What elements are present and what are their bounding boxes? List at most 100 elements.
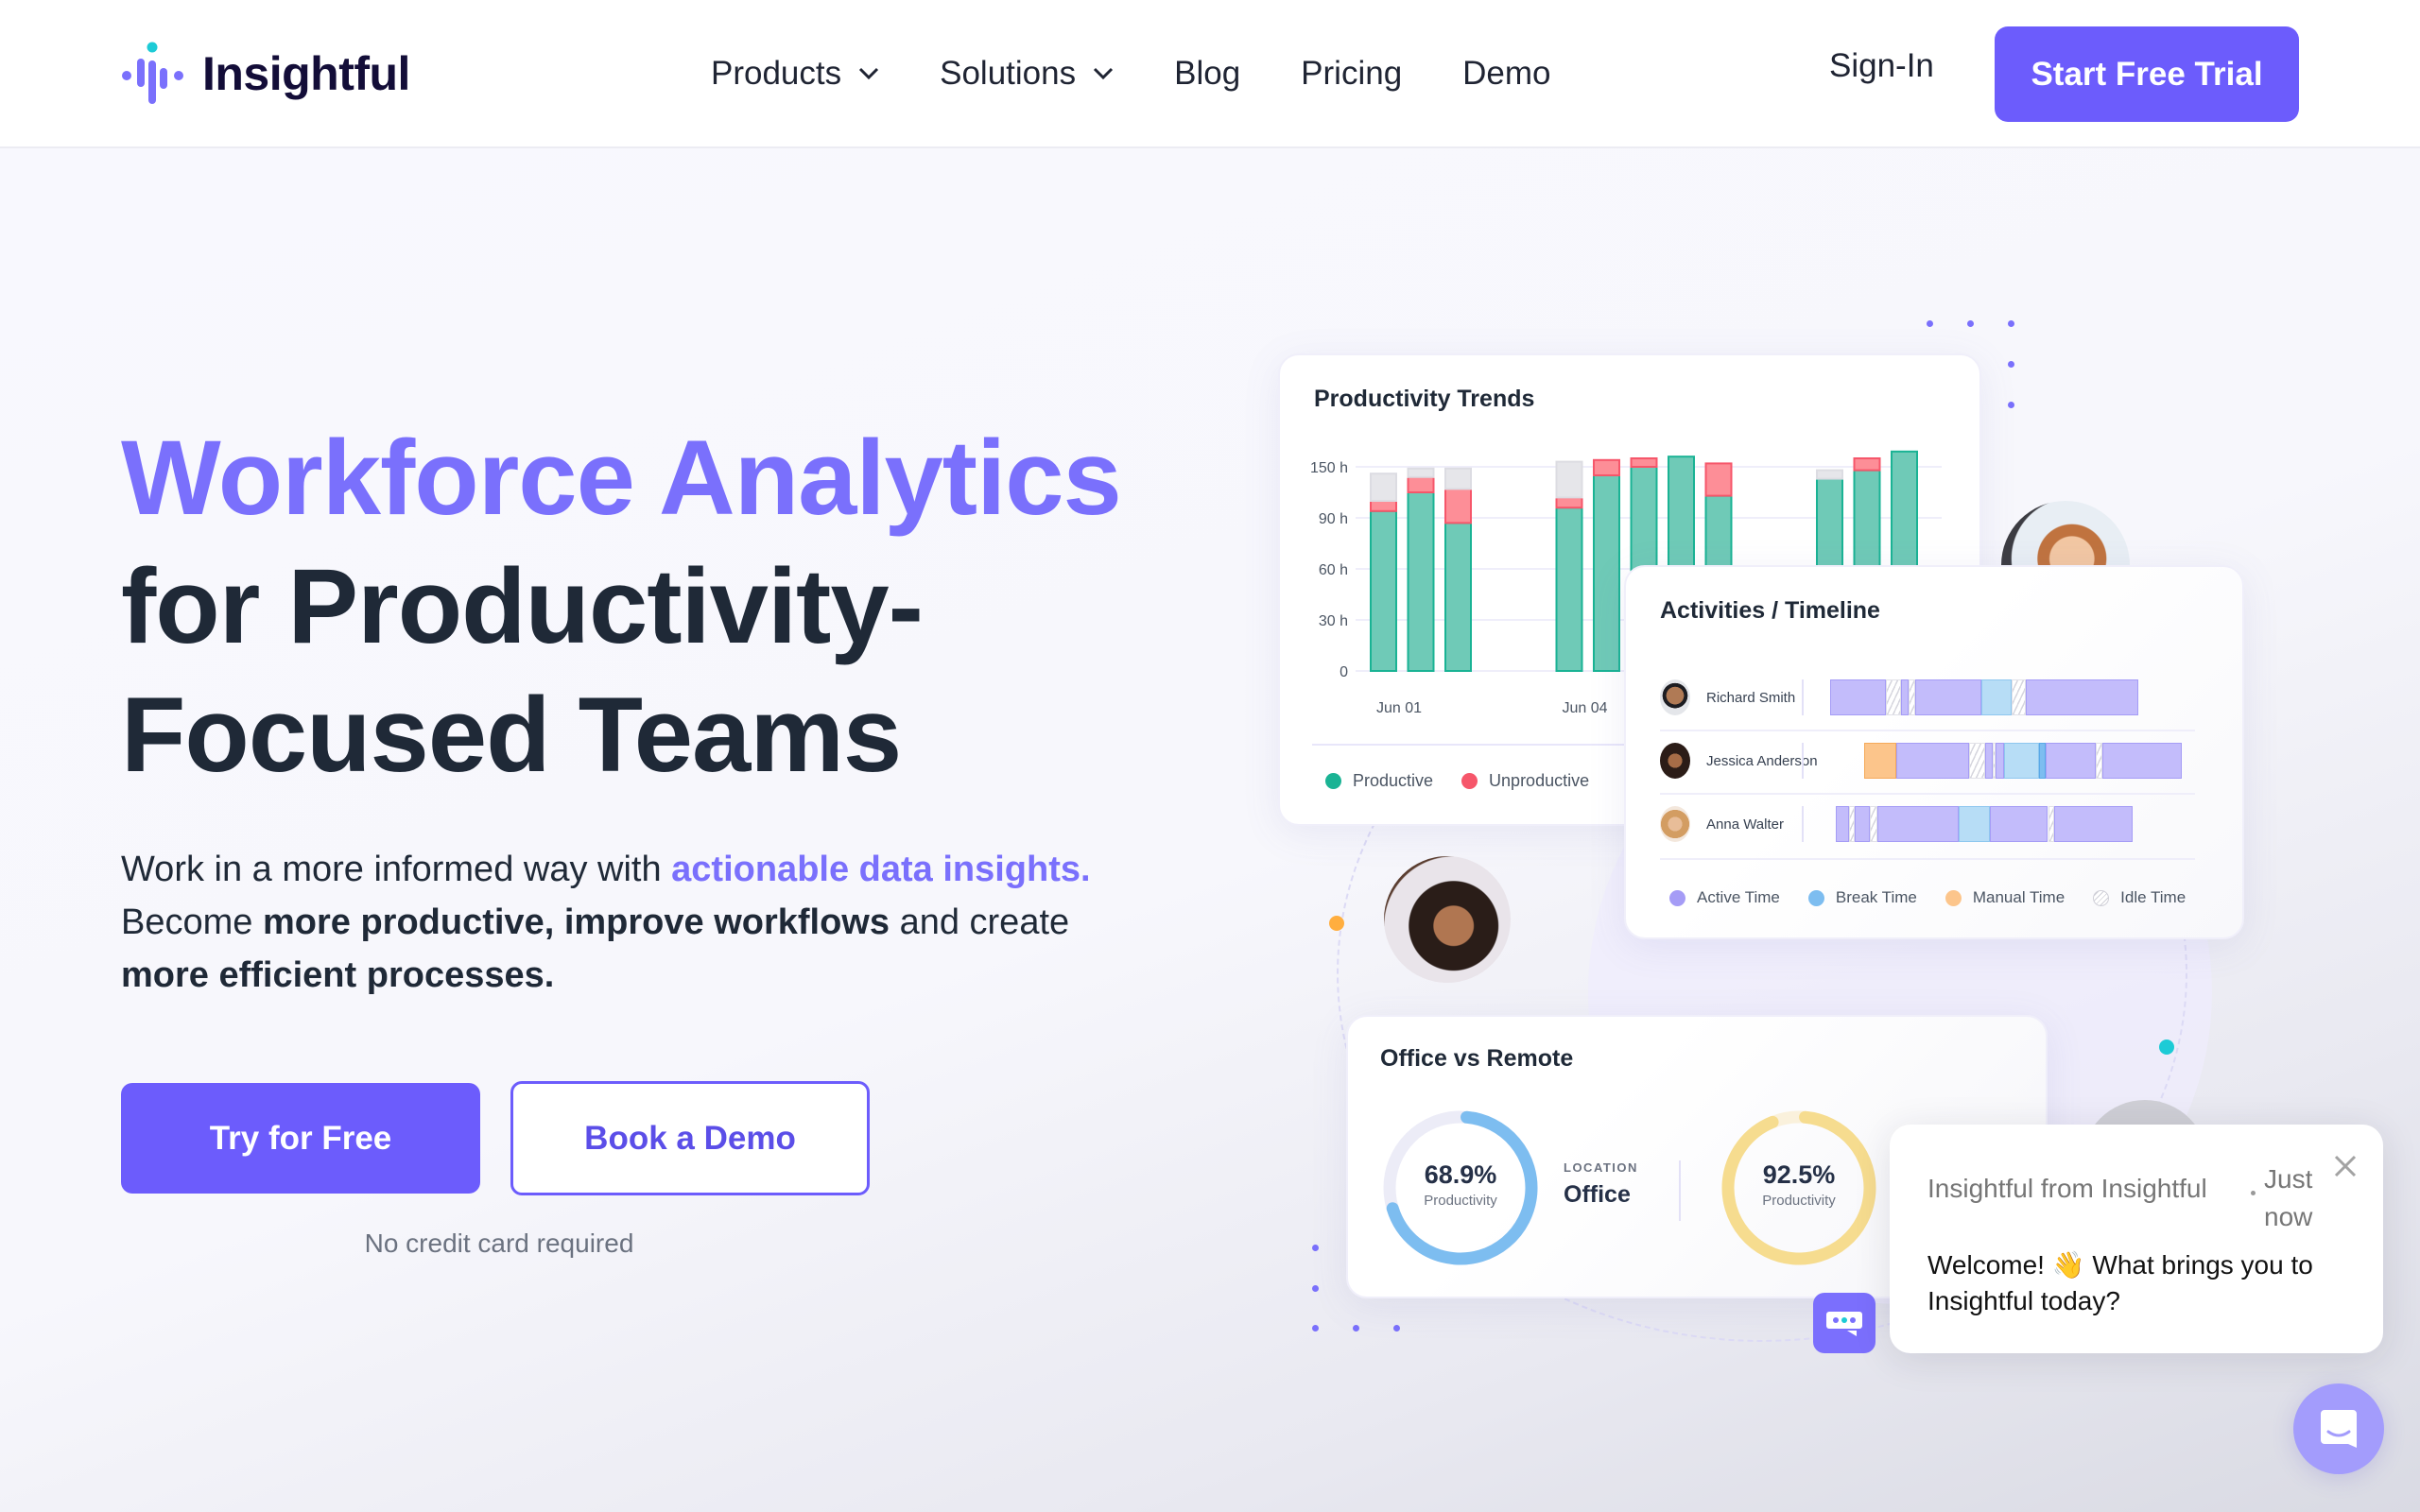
activity-row: Anna Walter xyxy=(1660,801,2212,847)
row-divider xyxy=(1660,793,2195,795)
nav-label: Blog xyxy=(1174,55,1241,92)
timeline-segment-idle xyxy=(1968,743,1985,779)
headline-line-3: Focused Teams xyxy=(121,676,902,794)
legend-label: Manual Time xyxy=(1972,888,2066,906)
chat-popup[interactable]: Insightful from Insightful Just now Welc… xyxy=(1890,1125,2383,1353)
decor-dot xyxy=(1312,1325,1319,1332)
chevron-down-icon xyxy=(1094,67,1114,80)
book-a-demo-button[interactable]: Book a Demo xyxy=(510,1081,870,1195)
nav-label: Products xyxy=(711,55,842,92)
nav-label: Pricing xyxy=(1301,55,1403,92)
timeline-segment-active xyxy=(1895,743,1969,779)
timeline-segment-active xyxy=(1855,806,1871,842)
activity-legend: Active Time Break Time Manual Time Idle … xyxy=(1669,888,2214,907)
bar-other xyxy=(1444,467,1472,490)
activities-timeline-card: Activities / Timeline Richard Smith Jessi… xyxy=(1624,565,2244,939)
activity-row: Jessica Anderson xyxy=(1660,738,2212,783)
legend-label: Idle Time xyxy=(2120,888,2187,906)
avatar xyxy=(1660,743,1690,779)
bar-unproductive xyxy=(1704,462,1733,497)
site-header: Insightful Products Solutions Blog Prici… xyxy=(0,0,2420,148)
brand-logo[interactable]: Insightful xyxy=(119,40,410,108)
legend-swatch xyxy=(1325,773,1341,789)
y-tick-label: 30 h xyxy=(1319,613,1348,629)
timeline-segment-idle xyxy=(1885,679,1901,715)
card-title: Office vs Remote xyxy=(1380,1045,1574,1072)
decor-dot xyxy=(2008,402,2014,408)
start-free-trial-button[interactable]: Start Free Trial xyxy=(1995,26,2299,122)
avatar xyxy=(1660,806,1690,842)
subtext-part-3: and create xyxy=(890,902,1070,942)
decor-dot xyxy=(1393,1325,1400,1332)
donut-label: Productivity xyxy=(1762,1193,1836,1209)
nav-products[interactable]: Products xyxy=(711,55,879,93)
row-divider xyxy=(1660,730,2195,731)
hero-headline: Workforce Analytics for Productivity- Fo… xyxy=(121,414,1122,799)
chat-launcher-button[interactable] xyxy=(2293,1383,2384,1474)
bar-other xyxy=(1555,460,1583,499)
timeline-segment-active xyxy=(1990,806,2048,842)
bar-productive xyxy=(1593,474,1620,672)
decor-teal-dot xyxy=(2159,1040,2174,1055)
timeline-segment-idle xyxy=(1870,806,1877,842)
timeline-segment-idle xyxy=(2012,679,2026,715)
chat-message: Welcome! 👋 What brings you to Insightful… xyxy=(1927,1250,2313,1315)
sign-in-link[interactable]: Sign-In xyxy=(1829,47,1934,85)
hero-subtext: Work in a more informed way with actiona… xyxy=(121,843,1161,1002)
decor-dot xyxy=(2008,361,2014,368)
bar-other xyxy=(1370,472,1397,502)
bar-productive xyxy=(1444,522,1472,672)
legend-label: Productive xyxy=(1353,771,1434,790)
donut-value: 68.9% xyxy=(1424,1160,1497,1189)
separator-dot xyxy=(2251,1191,2256,1195)
decor-orange-dot xyxy=(1329,916,1344,931)
y-tick-label: 0 xyxy=(1340,664,1348,680)
subtext-bold-1: more productive, improve workflows xyxy=(262,902,890,942)
chat-typing-button[interactable] xyxy=(1813,1293,1876,1353)
legend-item-break: Break Time xyxy=(1807,888,1917,907)
legend-swatch xyxy=(1669,889,1685,906)
legend-swatch xyxy=(1807,889,1824,906)
timeline-segment-active xyxy=(1900,679,1910,715)
legend-item-unproductive: Unproductive xyxy=(1461,771,1589,791)
nav-pricing[interactable]: Pricing xyxy=(1301,55,1402,93)
timeline-segment-active xyxy=(1914,679,1981,715)
bar-productive xyxy=(1370,509,1397,672)
legend-label: Break Time xyxy=(1835,888,1917,906)
bar-unproductive xyxy=(1444,488,1472,524)
nav-solutions[interactable]: Solutions xyxy=(940,55,1114,93)
y-tick-label: 60 h xyxy=(1319,562,1348,578)
timeline-segment-break xyxy=(1959,806,1991,842)
bar-unproductive xyxy=(1630,457,1658,468)
x-tick-label: Jun 01 xyxy=(1376,700,1422,716)
bar-other xyxy=(1816,469,1843,480)
donut-label: Productivity xyxy=(1424,1193,1497,1209)
bar-unproductive xyxy=(1593,458,1620,477)
subtext-bold-2: more efficient processes. xyxy=(121,955,555,995)
timeline-segment-break xyxy=(1980,679,2013,715)
bar-unproductive xyxy=(1853,457,1881,472)
timeline-segment-manual xyxy=(1864,743,1896,779)
nav-demo[interactable]: Demo xyxy=(1462,55,1550,93)
vertical-divider xyxy=(1679,1160,1681,1221)
subtext-part-2: Become xyxy=(121,902,263,942)
y-tick-label: 90 h xyxy=(1319,511,1348,527)
timeline-segment-active xyxy=(2026,679,2138,715)
row-separator xyxy=(1802,806,1804,842)
main-nav: Products Solutions Blog Pricing Demo xyxy=(711,47,1612,100)
idle-hatch-icon xyxy=(2093,889,2110,906)
chat-sender: Insightful from Insightful xyxy=(1927,1174,2207,1203)
location-value: Office xyxy=(1564,1181,1631,1208)
chat-typing-icon xyxy=(1826,1312,1862,1336)
nav-label: Solutions xyxy=(940,55,1077,92)
timeline-segment-active xyxy=(1876,806,1960,842)
location-label: LOCATION xyxy=(1564,1160,1638,1175)
timeline-segment-active xyxy=(1984,743,1994,779)
close-icon[interactable] xyxy=(2332,1153,2359,1179)
legend-item-manual: Manual Time xyxy=(1945,888,2065,907)
timeline-segment-active xyxy=(1996,743,2004,779)
headline-accent: Workforce Analytics xyxy=(121,419,1122,537)
nav-blog[interactable]: Blog xyxy=(1174,55,1240,93)
try-for-free-button[interactable]: Try for Free xyxy=(121,1083,480,1194)
chat-timestamp: Just now xyxy=(2264,1164,2313,1231)
